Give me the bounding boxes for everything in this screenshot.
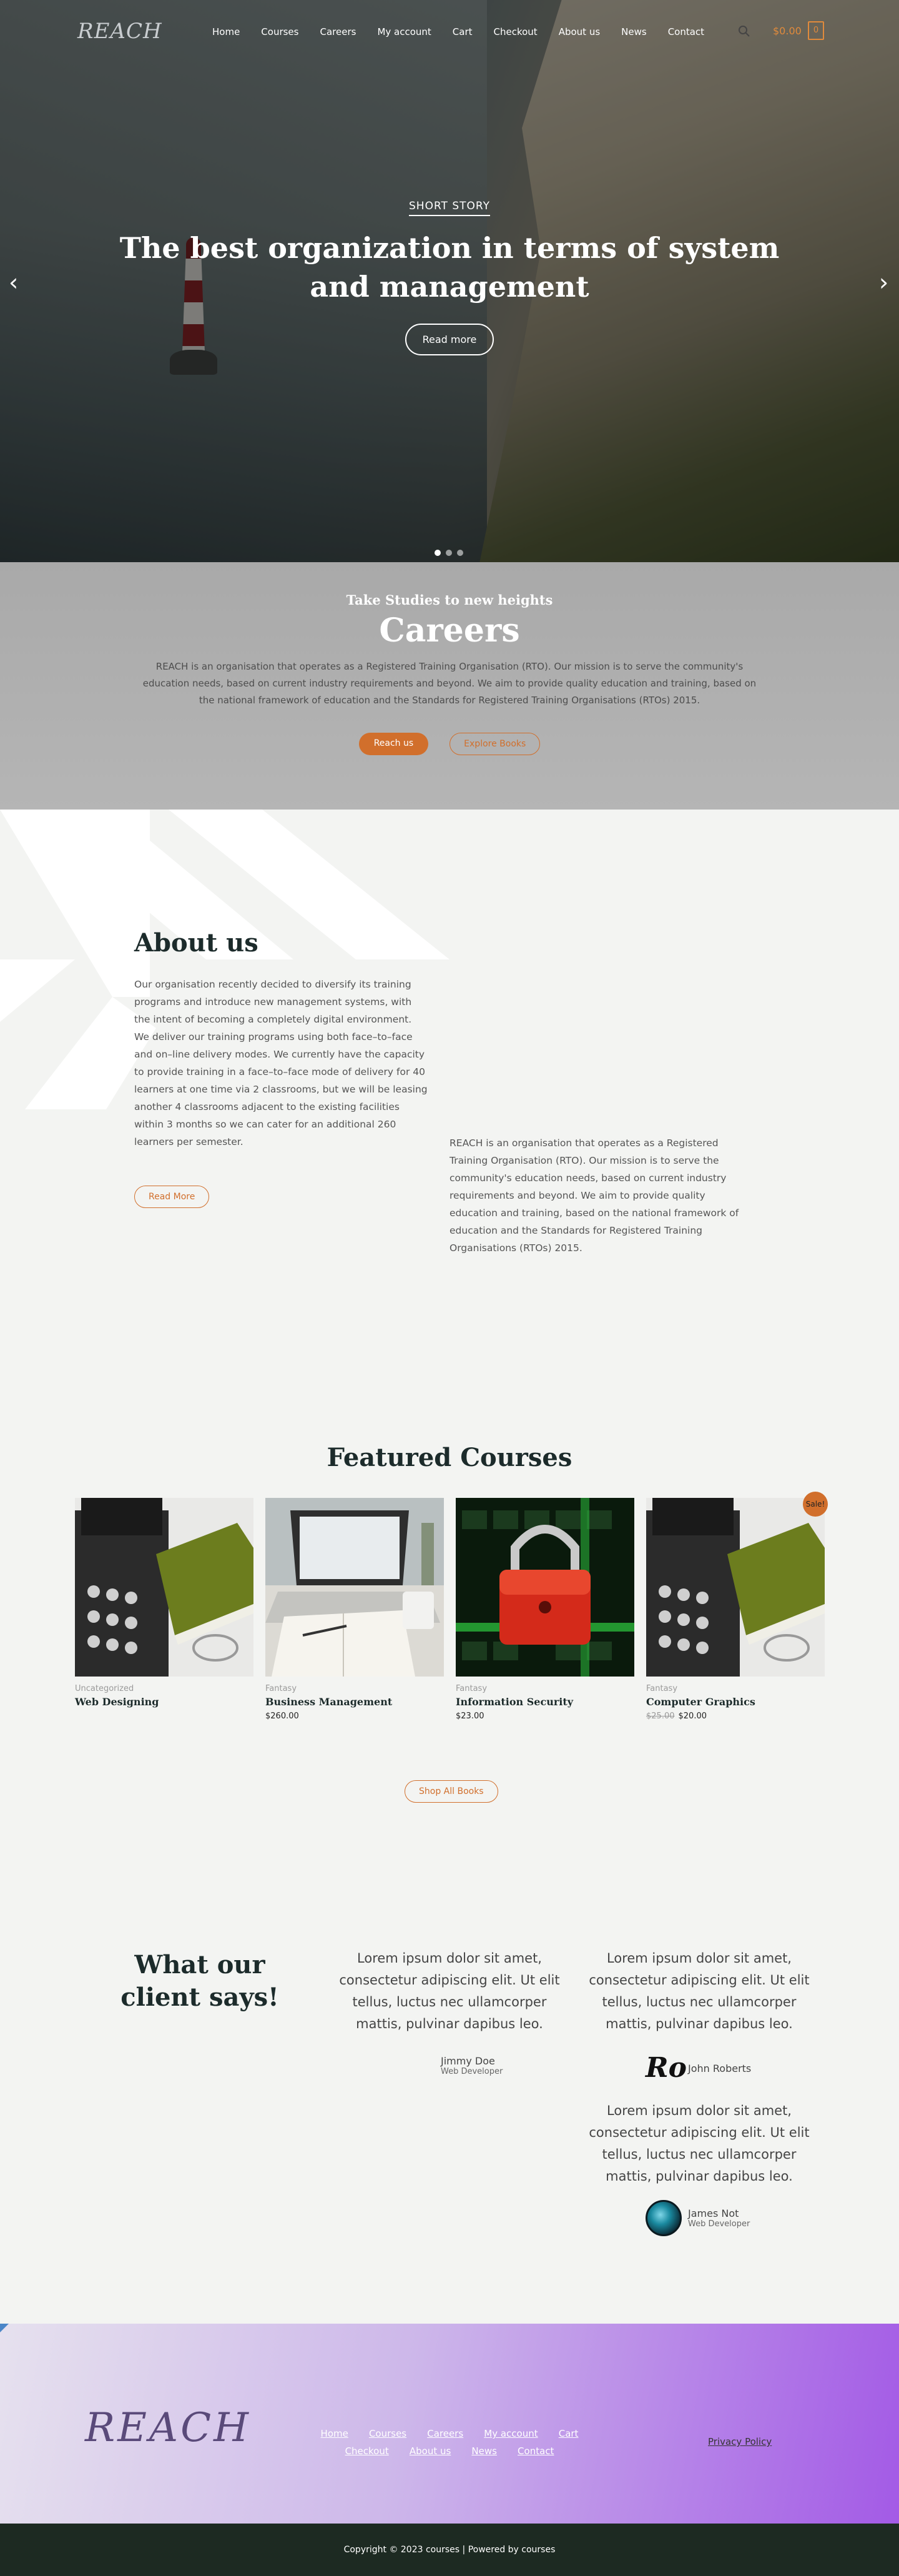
footer-corner-decor: [0, 2324, 9, 2332]
about-title: About us: [134, 928, 258, 958]
hero-content: SHORT STORY The best organization in ter…: [0, 200, 899, 355]
product-name[interactable]: Computer Graphics: [646, 1696, 825, 1708]
testimonial-quote: Lorem ipsum dolor sit amet, consectetur …: [339, 1951, 560, 2031]
site-logo[interactable]: REACH: [77, 19, 162, 44]
testimonial-name: Jimmy Doe: [441, 2055, 495, 2067]
product-name[interactable]: Information Security: [456, 1696, 634, 1708]
hero-title: The best organization in terms of system…: [119, 231, 780, 304]
site-header: REACH Home Courses Careers My account Ca…: [0, 0, 899, 65]
search-icon[interactable]: [738, 25, 750, 37]
nav-checkout[interactable]: Checkout: [494, 26, 538, 37]
sale-badge: Sale!: [803, 1492, 828, 1517]
read-more-button[interactable]: Read more: [405, 324, 494, 355]
cart-icon[interactable]: 0: [808, 21, 824, 40]
featured-courses-title: Featured Courses: [327, 1443, 572, 1472]
nav-home[interactable]: Home: [212, 26, 240, 37]
footer-link-contact[interactable]: Contact: [518, 2445, 554, 2457]
copyright-bar: Copyright © 2023 courses | Powered by co…: [0, 2524, 899, 2576]
testimonials-title: What our client says!: [120, 1950, 279, 2012]
footer-logo[interactable]: REACH: [85, 2405, 251, 2451]
nav-courses[interactable]: Courses: [261, 26, 298, 37]
product-card[interactable]: Fantasy Computer Graphics $25.00 $20.00: [646, 1498, 825, 1721]
nav-news[interactable]: News: [621, 26, 647, 37]
product-price: $260.00: [265, 1712, 299, 1721]
careers-section: Take Studies to new heights Careers REAC…: [0, 562, 899, 810]
slider-dot-2[interactable]: [446, 550, 452, 556]
privacy-policy-link[interactable]: Privacy Policy: [708, 2436, 772, 2447]
footer-link-home[interactable]: Home: [321, 2428, 348, 2439]
slider-dot-1[interactable]: [435, 550, 441, 556]
product-sale-price: $20.00: [678, 1712, 707, 1721]
about-read-more-button[interactable]: Read More: [134, 1186, 210, 1208]
nav-contact[interactable]: Contact: [668, 26, 704, 37]
footer-link-news[interactable]: News: [471, 2445, 497, 2457]
about-left-text: Our organisation recently decided to div…: [134, 979, 428, 1147]
main-nav: Home Courses Careers My account Cart Che…: [212, 26, 725, 37]
footer-link-courses[interactable]: Courses: [369, 2428, 406, 2439]
product-old-price: $25.00: [646, 1712, 675, 1721]
careers-text: REACH is an organisation that operates a…: [142, 661, 757, 706]
shop-all-books-button[interactable]: Shop All Books: [405, 1780, 498, 1803]
product-category: Fantasy: [265, 1684, 297, 1693]
testimonial-author: Ro John Roberts: [646, 2050, 751, 2086]
product-card[interactable]: Uncategorized Web Designing: [75, 1498, 253, 1708]
footer-link-about-us[interactable]: About us: [410, 2445, 451, 2457]
product-card[interactable]: Fantasy Business Management $260.00: [265, 1498, 444, 1721]
nav-careers[interactable]: Careers: [320, 26, 356, 37]
testimonial-author: Jimmy Doe Web Developer: [441, 2055, 503, 2076]
product-name[interactable]: Web Designing: [75, 1696, 253, 1708]
product-price: $25.00 $20.00: [646, 1712, 825, 1721]
testimonial-name: James Not: [688, 2207, 739, 2219]
footer-link-careers[interactable]: Careers: [427, 2428, 463, 2439]
careers-title: Careers: [379, 612, 520, 650]
footer-nav: Home Courses Careers My account Cart Che…: [293, 2425, 606, 2460]
hero-eyebrow: SHORT STORY: [409, 200, 490, 216]
hero-slider: REACH Home Courses Careers My account Ca…: [0, 0, 899, 562]
testimonial-name: John Roberts: [688, 2062, 752, 2074]
footer-link-cart[interactable]: Cart: [559, 2428, 579, 2439]
nav-my-account[interactable]: My account: [377, 26, 431, 37]
product-category: Fantasy: [646, 1684, 678, 1693]
avatar: Ro: [646, 2052, 687, 2084]
product-image-laptop[interactable]: [265, 1498, 444, 1677]
product-card[interactable]: Fantasy Information Security $23.00: [456, 1498, 634, 1721]
cart-count: 0: [813, 26, 819, 35]
reach-us-button[interactable]: Reach us: [358, 733, 429, 755]
site-footer: REACH Home Courses Careers My account Ca…: [0, 2324, 899, 2524]
testimonial-quote: Lorem ipsum dolor sit amet, consectetur …: [589, 1951, 810, 2031]
slider-dot-3[interactable]: [457, 550, 463, 556]
nav-about-us[interactable]: About us: [559, 26, 600, 37]
footer-link-my-account[interactable]: My account: [484, 2428, 538, 2439]
product-image-typewriter[interactable]: [646, 1498, 825, 1677]
about-right-text: REACH is an organisation that operates a…: [450, 1137, 739, 1254]
product-image-typewriter[interactable]: [75, 1498, 253, 1677]
footer-link-checkout[interactable]: Checkout: [345, 2445, 389, 2457]
careers-subtitle: Take Studies to new heights: [346, 592, 553, 608]
cart-total[interactable]: $0.00: [773, 25, 802, 37]
testimonial-role: Web Developer: [688, 2219, 750, 2229]
slider-dots: [435, 550, 463, 556]
product-name[interactable]: Business Management: [265, 1696, 444, 1708]
avatar: [646, 2200, 682, 2236]
testimonial-quote: Lorem ipsum dolor sit amet, consectetur …: [589, 2103, 810, 2184]
testimonial-author: James Not Web Developer: [646, 2200, 750, 2236]
explore-books-button[interactable]: Explore Books: [450, 733, 541, 755]
product-category: Uncategorized: [75, 1684, 134, 1693]
nav-cart[interactable]: Cart: [453, 26, 473, 37]
product-image-padlock[interactable]: [456, 1498, 634, 1677]
testimonial-role: Web Developer: [441, 2067, 503, 2076]
product-price: $23.00: [456, 1712, 484, 1721]
about-section: About us Our organisation recently decid…: [0, 810, 899, 1309]
product-category: Fantasy: [456, 1684, 488, 1693]
